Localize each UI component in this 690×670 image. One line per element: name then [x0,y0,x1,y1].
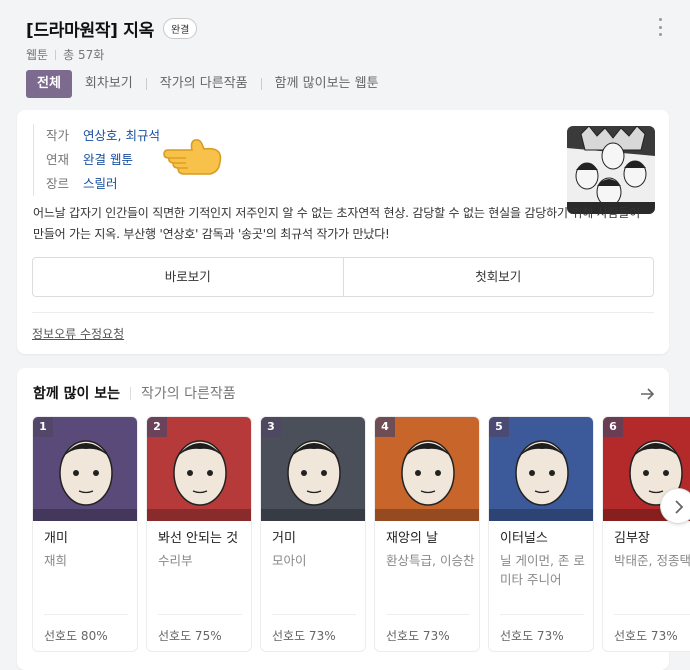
divider [386,614,470,615]
report-error-link[interactable]: 정보오류 수정요청 [32,325,124,342]
page-title: [드라마원작] 지옥 [26,21,154,41]
read-now-button[interactable]: 바로보기 [33,258,343,296]
preference-score: 선호도 73% [614,629,678,643]
rank-badge: 5 [489,417,509,437]
divider [158,614,242,615]
title-row: [드라마원작] 지옥 완결 [26,16,198,41]
webtoon-title[interactable]: 봐선 안되는 것 [158,530,248,548]
tab-also-read[interactable]: 함께 많이보는 웹툰 [262,70,392,98]
status-link[interactable]: 완결 웹툰 [83,148,133,172]
webtoon-title[interactable]: 김부장 [614,530,690,548]
tab-all[interactable]: 전체 [26,70,72,98]
recommend-item[interactable]: 5 이터널스닐 게이먼, 존 로미타 주니어선호도 73% [488,416,594,652]
info-row-author: 작가 연상호, 최규석 [46,124,160,148]
recommend-item[interactable]: 1 개미재희선호도 80% [32,416,138,652]
more-options-icon[interactable] [656,18,664,36]
arrow-right-icon[interactable] [639,386,655,402]
tab-also-read-together[interactable]: 함께 많이 보는 [33,383,120,403]
category-label: 웹툰 [26,48,49,62]
info-label: 연재 [46,152,70,167]
webtoon-title[interactable]: 재앙의 날 [386,530,476,548]
divider [32,312,654,313]
webtoon-author: 환상특급, 이승찬 [386,553,475,568]
completed-badge: 완결 [162,18,198,39]
preference-score: 선호도 80% [44,629,108,643]
webtoon-author: 수리부 [158,553,193,568]
tab-divider [130,386,132,400]
thumbnail-art [567,126,655,214]
webtoon-thumbnail[interactable] [567,126,655,214]
info-label: 작가 [46,128,70,143]
webtoon-title[interactable]: 거미 [272,530,362,548]
synopsis: 어느날 갑자기 인간들이 직면한 기적인지 저주인지 알 수 없는 초자연적 현… [33,206,641,241]
webtoon-author: 재희 [44,553,68,568]
webtoon-author: 박태준, 정종택 [614,553,690,568]
rank-badge: 2 [147,417,167,437]
tab-other-works[interactable]: 작가의 다른작품 [141,383,236,403]
preference-score: 선호도 73% [386,629,450,643]
divider [272,614,356,615]
recommend-item[interactable]: 6 김부장박태준, 정종택선호도 73% [602,416,690,652]
rank-badge: 4 [375,417,395,437]
rank-badge: 1 [33,417,53,437]
preference-score: 선호도 73% [500,629,564,643]
episode-count: 총 57화 [63,48,105,62]
divider [614,614,690,615]
info-list: 작가 연상호, 최규석 연재 완결 웹툰 장르 스릴러 [33,124,160,196]
meta-info: 웹툰 총 57화 [26,46,104,63]
read-first-button[interactable]: 첫회보기 [342,258,654,296]
tab-bar: 전체 회차보기 작가의 다른작품 함께 많이보는 웹툰 [26,70,392,98]
recommend-item[interactable]: 2 봐선 안되는 것수리부선호도 75% [146,416,252,652]
webtoon-author: 모아이 [272,553,307,568]
tab-episodes[interactable]: 회차보기 [72,70,146,98]
rank-badge: 6 [603,417,623,437]
info-row-status: 연재 완결 웹툰 [46,148,160,172]
info-row-genre: 장르 스릴러 [46,172,160,196]
recommend-item[interactable]: 3 거미모아이선호도 73% [260,416,366,652]
webtoon-title[interactable]: 이터널스 [500,530,590,548]
read-button-group: 바로보기 첫회보기 [32,257,654,297]
rank-badge: 3 [261,417,281,437]
recommend-tabs: 함께 많이 보는 작가의 다른작품 [33,383,236,403]
tab-author-works[interactable]: 작가의 다른작품 [147,70,261,98]
recommend-item[interactable]: 4 재앙의 날환상특급, 이승찬선호도 73% [374,416,480,652]
genre-link[interactable]: 스릴러 [83,172,118,196]
info-label: 장르 [46,176,70,191]
recommend-list: 1 개미재희선호도 80% 2 봐선 안되는 것수리부선호도 75% 3 거미모아이선호도… [32,416,690,652]
webtoon-header: [드라마원작] 지옥 완결 웹툰 총 57화 전체 회차보기 작가의 다른작품 … [0,0,690,104]
pointing-hand-icon [163,139,222,175]
divider [44,614,128,615]
webtoon-title[interactable]: 개미 [44,530,134,548]
divider [500,614,584,615]
meta-divider [55,49,57,60]
next-icon[interactable] [660,488,690,524]
webtoon-author: 닐 게이먼, 존 로미타 주니어 [500,553,585,587]
preference-score: 선호도 75% [158,629,222,643]
author-link[interactable]: 연상호, 최규석 [83,124,160,148]
preference-score: 선호도 73% [272,629,336,643]
